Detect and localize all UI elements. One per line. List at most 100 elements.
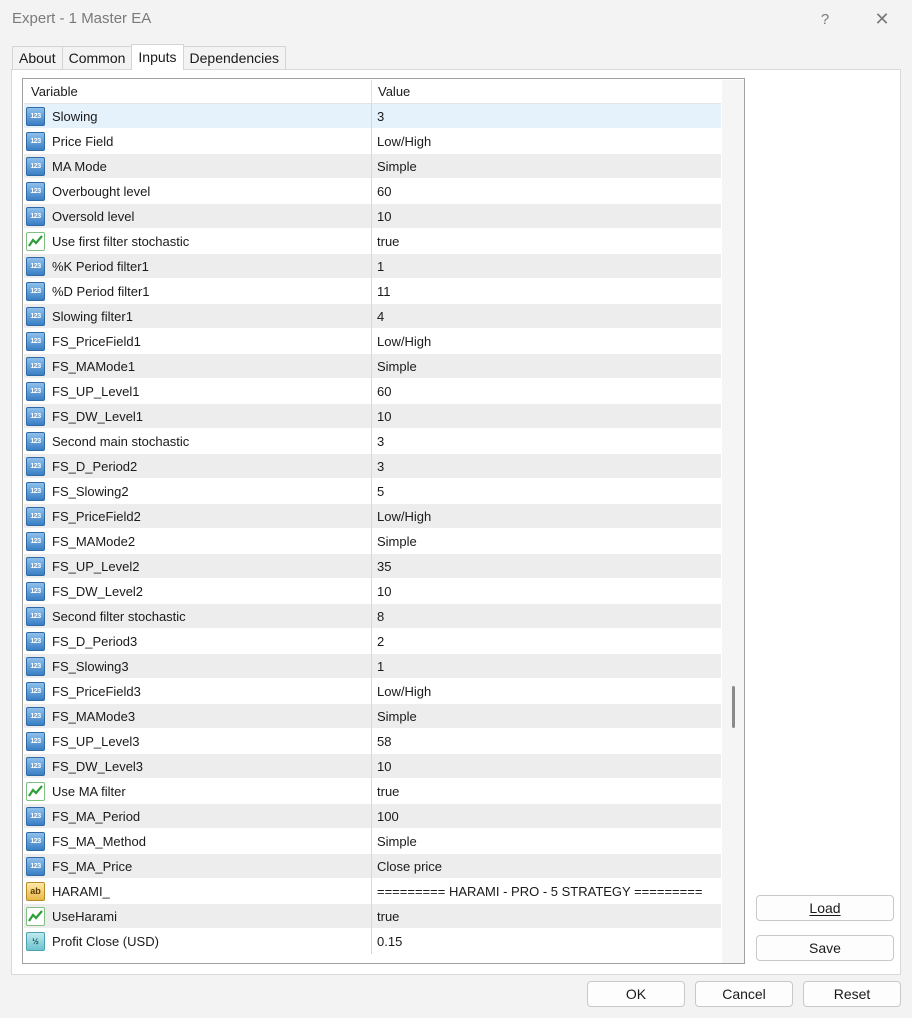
column-header-variable[interactable]: Variable (24, 80, 372, 104)
table-row[interactable]: Use MA filter true (24, 778, 721, 804)
table-row[interactable]: 123 %K Period filter1 1 (24, 253, 721, 279)
variable-cell[interactable]: 123 FS_MA_Price (24, 853, 372, 879)
value-cell[interactable]: Simple (372, 354, 721, 379)
vertical-scrollbar[interactable] (722, 80, 744, 963)
ok-button[interactable]: OK (587, 981, 685, 1007)
load-button[interactable]: Load (756, 895, 894, 921)
table-row[interactable]: 123 FS_D_Period3 2 (24, 628, 721, 654)
value-cell[interactable]: 3 (372, 104, 721, 129)
variable-cell[interactable]: 123 FS_Slowing3 (24, 653, 372, 679)
variable-cell[interactable]: 123 FS_D_Period3 (24, 628, 372, 654)
tab-common[interactable]: Common (61, 46, 133, 70)
value-cell[interactable]: ========= HARAMI - PRO - 5 STRATEGY ====… (372, 879, 721, 904)
variable-cell[interactable]: 123 FS_DW_Level1 (24, 403, 372, 429)
table-row[interactable]: 123 FS_DW_Level3 10 (24, 753, 721, 779)
table-row[interactable]: 123 Price Field Low/High (24, 128, 721, 154)
value-cell[interactable]: true (372, 229, 721, 254)
variable-cell[interactable]: 123 Slowing filter1 (24, 303, 372, 329)
table-row[interactable]: 123 FS_DW_Level2 10 (24, 578, 721, 604)
scrollbar-thumb[interactable] (732, 686, 735, 728)
variable-cell[interactable]: 123 FS_PriceField2 (24, 503, 372, 529)
table-row[interactable]: 123 FS_MA_Period 100 (24, 803, 721, 829)
value-cell[interactable]: Low/High (372, 679, 721, 704)
value-cell[interactable]: 100 (372, 804, 721, 829)
value-cell[interactable]: 10 (372, 754, 721, 779)
table-row[interactable]: 123 Second main stochastic 3 (24, 428, 721, 454)
value-cell[interactable]: 8 (372, 604, 721, 629)
variable-cell[interactable]: 123 Slowing (24, 104, 372, 129)
value-cell[interactable]: 3 (372, 429, 721, 454)
value-cell[interactable]: 10 (372, 579, 721, 604)
value-cell[interactable]: true (372, 904, 721, 929)
variable-cell[interactable]: 123 FS_D_Period2 (24, 453, 372, 479)
table-row[interactable]: 123 FS_DW_Level1 10 (24, 403, 721, 429)
cancel-button[interactable]: Cancel (695, 981, 793, 1007)
variable-cell[interactable]: UseHarami (24, 903, 372, 929)
table-row[interactable]: 123 Oversold level 10 (24, 203, 721, 229)
variable-cell[interactable]: 123 Second main stochastic (24, 428, 372, 454)
table-row[interactable]: 123 Slowing filter1 4 (24, 303, 721, 329)
table-row[interactable]: 123 Slowing 3 (24, 104, 721, 129)
reset-button[interactable]: Reset (803, 981, 901, 1007)
table-row[interactable]: 123 FS_MA_Price Close price (24, 853, 721, 879)
value-cell[interactable]: Simple (372, 529, 721, 554)
table-row[interactable]: 123 FS_Slowing3 1 (24, 653, 721, 679)
value-cell[interactable]: Low/High (372, 129, 721, 154)
variable-cell[interactable]: 123 FS_MAMode2 (24, 528, 372, 554)
column-header-value[interactable]: Value (372, 80, 721, 104)
close-button[interactable]: ✕ (868, 6, 896, 32)
variable-cell[interactable]: 123 Overbought level (24, 178, 372, 204)
table-row[interactable]: ab HARAMI_ ========= HARAMI - PRO - 5 STRA… (24, 878, 721, 904)
value-cell[interactable]: 1 (372, 654, 721, 679)
value-cell[interactable]: 0.15 (372, 929, 721, 954)
value-cell[interactable]: Low/High (372, 329, 721, 354)
variable-cell[interactable]: 123 FS_UP_Level1 (24, 378, 372, 404)
value-cell[interactable]: Simple (372, 829, 721, 854)
table-row[interactable]: 123 FS_MAMode2 Simple (24, 528, 721, 554)
value-cell[interactable]: 2 (372, 629, 721, 654)
tab-inputs[interactable]: Inputs (131, 44, 184, 70)
table-row[interactable]: 123 FS_MAMode1 Simple (24, 353, 721, 379)
variable-cell[interactable]: 123 FS_UP_Level3 (24, 728, 372, 754)
value-cell[interactable]: 1 (372, 254, 721, 279)
variable-cell[interactable]: Use MA filter (24, 778, 372, 804)
save-button[interactable]: Save (756, 935, 894, 961)
variable-cell[interactable]: 123 Oversold level (24, 203, 372, 229)
table-row[interactable]: 123 MA Mode Simple (24, 153, 721, 179)
table-row[interactable]: 123 Second filter stochastic 8 (24, 603, 721, 629)
table-row[interactable]: 123 FS_UP_Level1 60 (24, 378, 721, 404)
variable-cell[interactable]: 123 FS_DW_Level3 (24, 753, 372, 779)
variable-cell[interactable]: 123 FS_Slowing2 (24, 478, 372, 504)
variable-cell[interactable]: 123 FS_MA_Period (24, 803, 372, 829)
table-row[interactable]: 123 %D Period filter1 11 (24, 278, 721, 304)
table-row[interactable]: 123 FS_UP_Level3 58 (24, 728, 721, 754)
value-cell[interactable]: 58 (372, 729, 721, 754)
value-cell[interactable]: 35 (372, 554, 721, 579)
value-cell[interactable]: 5 (372, 479, 721, 504)
variable-cell[interactable]: 123 FS_PriceField1 (24, 328, 372, 354)
value-cell[interactable]: 11 (372, 279, 721, 304)
table-row[interactable]: 123 FS_MAMode3 Simple (24, 703, 721, 729)
value-cell[interactable]: Simple (372, 154, 721, 179)
variable-cell[interactable]: 123 %D Period filter1 (24, 278, 372, 304)
help-button[interactable]: ? (811, 6, 839, 32)
variable-cell[interactable]: 123 Price Field (24, 128, 372, 154)
variable-cell[interactable]: 123 FS_MA_Method (24, 828, 372, 854)
value-cell[interactable]: Simple (372, 704, 721, 729)
value-cell[interactable]: 3 (372, 454, 721, 479)
variable-cell[interactable]: ½ Profit Close (USD) (24, 928, 372, 954)
table-row[interactable]: Use first filter stochastic true (24, 228, 721, 254)
value-cell[interactable]: 60 (372, 379, 721, 404)
table-row[interactable]: 123 FS_MA_Method Simple (24, 828, 721, 854)
variable-cell[interactable]: 123 FS_PriceField3 (24, 678, 372, 704)
variable-cell[interactable]: ab HARAMI_ (24, 878, 372, 904)
table-row[interactable]: 123 FS_PriceField1 Low/High (24, 328, 721, 354)
table-row[interactable]: UseHarami true (24, 903, 721, 929)
value-cell[interactable]: 4 (372, 304, 721, 329)
table-row[interactable]: 123 FS_D_Period2 3 (24, 453, 721, 479)
tab-dependencies[interactable]: Dependencies (182, 46, 287, 70)
table-row[interactable]: 123 Overbought level 60 (24, 178, 721, 204)
variable-cell[interactable]: 123 FS_DW_Level2 (24, 578, 372, 604)
table-row[interactable]: ½ Profit Close (USD) 0.15 (24, 928, 721, 954)
table-row[interactable]: 123 FS_UP_Level2 35 (24, 553, 721, 579)
